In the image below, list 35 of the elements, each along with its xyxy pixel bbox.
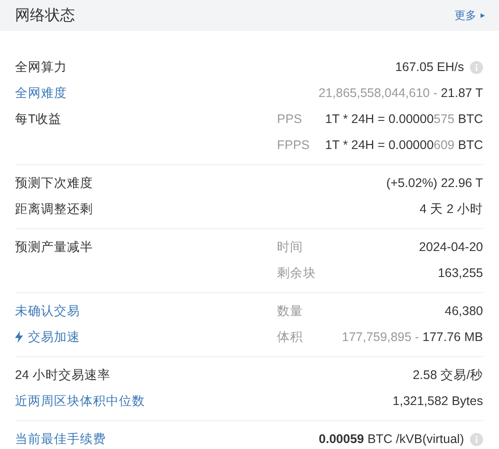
- info-icon[interactable]: [470, 60, 483, 74]
- stat-label: 每T收益: [15, 110, 62, 128]
- stat-value: 1T * 24H = 0.00000609 BTC: [325, 138, 483, 152]
- stat-label: 距离调整还剩: [15, 200, 93, 218]
- more-link[interactable]: 更多 ▸: [454, 8, 485, 23]
- stat-value: 4 天 2 小时: [420, 200, 483, 218]
- stat-value: 0.00059 BTC /kVB(virtual): [318, 432, 464, 446]
- stat-label: 预测产量减半: [15, 238, 93, 256]
- stat-value: 2024-04-20: [419, 240, 483, 254]
- sub-label: 体积: [277, 328, 304, 346]
- stat-link[interactable]: 全网难度: [15, 84, 67, 102]
- info-icon[interactable]: [470, 432, 483, 446]
- stat-link[interactable]: 未确认交易: [15, 302, 80, 320]
- stat-value: 2.58 交易/秒: [412, 366, 483, 384]
- sub-label: PPS: [277, 112, 304, 126]
- stat-link[interactable]: 近两周区块体积中位数: [15, 392, 145, 410]
- sub-label: 数量: [277, 302, 304, 320]
- stat-value: 46,380: [444, 304, 483, 318]
- panel-title: 网络状态: [15, 6, 75, 25]
- stat-label: 24 小时交易速率: [15, 366, 110, 384]
- sub-label: 时间: [277, 238, 304, 256]
- stat-link[interactable]: 交易加速: [28, 328, 80, 346]
- stat-value: 167.05 EH/s: [395, 60, 464, 74]
- lightning-icon: [15, 331, 23, 343]
- stat-value: 1,321,582 Bytes: [392, 394, 483, 408]
- stat-value: 163,255: [438, 266, 483, 280]
- stat-value: 21,865,558,044,610 - 21.87 T: [318, 86, 483, 100]
- stat-label: 全网算力: [15, 58, 67, 76]
- stat-link[interactable]: 当前最佳手续费: [15, 430, 106, 448]
- stat-label: 预测下次难度: [15, 174, 93, 192]
- sub-label: 剩余块: [277, 264, 316, 282]
- sub-label: FPPS: [277, 138, 311, 152]
- stat-value: (+5.02%) 22.96 T: [386, 176, 483, 190]
- stat-value: 177,759,895 - 177.76 MB: [342, 330, 483, 344]
- stat-value: 1T * 24H = 0.00000575 BTC: [325, 112, 483, 126]
